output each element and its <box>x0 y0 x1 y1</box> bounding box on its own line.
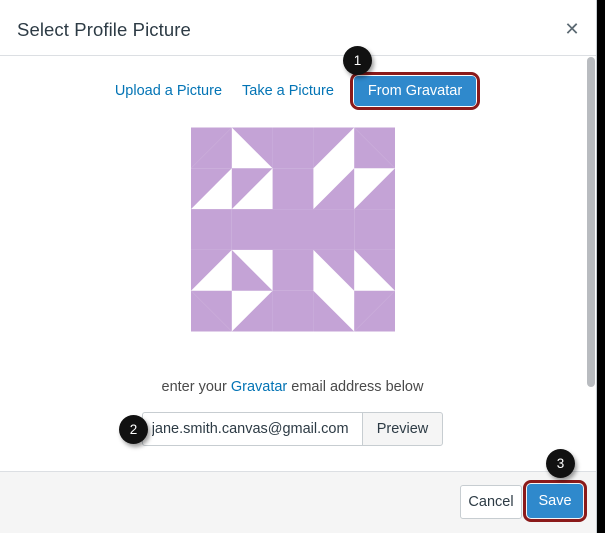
gravatar-link[interactable]: Gravatar <box>231 379 287 395</box>
gravatar-email-row: Preview <box>0 412 585 446</box>
step-badge-3: 3 <box>546 449 575 478</box>
gravatar-identicon <box>190 127 395 332</box>
select-profile-picture-dialog: Select Profile Picture ✕ Upload a Pictur… <box>0 0 597 533</box>
dialog-content: Upload a Picture Take a Picture From Gra… <box>0 57 596 470</box>
dialog-header: Select Profile Picture ✕ <box>0 0 596 56</box>
gravatar-preview-area <box>0 127 585 337</box>
page-title: Select Profile Picture <box>17 19 191 40</box>
tab-upload-a-picture[interactable]: Upload a Picture <box>105 77 232 105</box>
helper-suffix: email address below <box>287 379 424 395</box>
cancel-button[interactable]: Cancel <box>460 485 522 519</box>
scrollbar-thumb[interactable] <box>587 57 595 387</box>
picture-source-tabs: Upload a Picture Take a Picture From Gra… <box>0 72 585 110</box>
tab-take-a-picture[interactable]: Take a Picture <box>232 77 344 105</box>
gravatar-email-input[interactable] <box>141 412 362 446</box>
helper-prefix: enter your <box>161 379 231 395</box>
tab-from-gravatar-highlight: From Gravatar <box>349 72 481 110</box>
save-button[interactable]: Save <box>527 484 583 518</box>
content-scrollbar[interactable] <box>585 57 596 470</box>
step-badge-2: 2 <box>119 415 148 444</box>
dialog-footer: Cancel Save <box>0 471 596 533</box>
gravatar-helper-text: enter your Gravatar email address below <box>0 379 585 395</box>
preview-button[interactable]: Preview <box>361 412 444 446</box>
close-icon[interactable]: ✕ <box>559 16 585 42</box>
save-button-highlight: Save <box>523 480 587 522</box>
tab-from-gravatar[interactable]: From Gravatar <box>353 76 477 106</box>
step-badge-1: 1 <box>343 46 372 75</box>
